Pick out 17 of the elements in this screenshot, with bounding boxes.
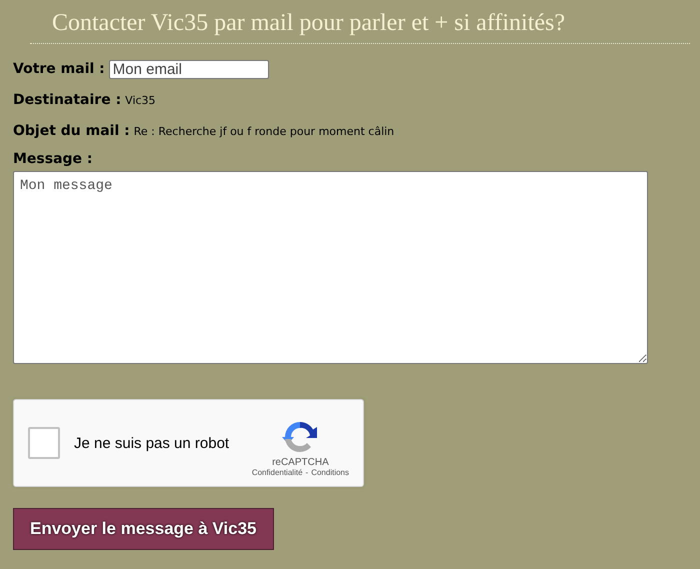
page-title: Contacter Vic35 par mail pour parler et + si affinités? <box>51 9 566 38</box>
terms-link[interactable]: Conditions <box>311 468 349 477</box>
recipient-value: Vic35 <box>125 94 156 106</box>
recipient-label: Destinataire : <box>13 92 122 108</box>
link-separator: - <box>306 468 308 477</box>
subject-value: Re : Recherche jf ou f ronde pour moment câlin <box>134 124 394 138</box>
recaptcha-logo-icon <box>282 419 318 455</box>
email-field[interactable]: Mon email <box>108 60 269 78</box>
captcha-label: Je ne suis pas un robot <box>74 434 230 452</box>
subject-label: Objet du mail : <box>13 123 130 139</box>
message-field[interactable]: Mon message <box>13 171 648 364</box>
captcha-checkbox[interactable] <box>28 427 60 459</box>
captcha-brand: reCAPTCHA <box>272 457 329 468</box>
message-label: Message : <box>13 151 94 167</box>
privacy-link[interactable]: Confidentialité <box>252 468 303 477</box>
email-label: Votre mail : <box>13 61 105 77</box>
send-button[interactable]: Envoyer le message à Vic35 <box>13 508 274 550</box>
